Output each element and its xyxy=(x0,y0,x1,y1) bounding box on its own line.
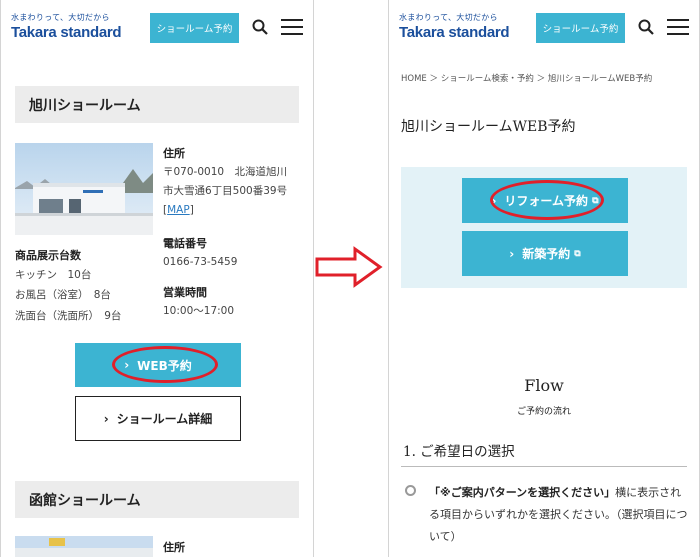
external-link-icon: ⧉ xyxy=(574,248,581,259)
showroom-detail-label: ショールーム詳細 xyxy=(116,412,213,426)
phone-number[interactable]: 0166-73-5459 xyxy=(163,253,237,272)
address-line-1: 〒070-0010 北海道旭川 xyxy=(163,166,288,178)
showroom-detail-button[interactable]: › ショールーム詳細 xyxy=(75,396,241,441)
takara-logo[interactable]: 水まわりって、大切だから Takara standard xyxy=(399,12,510,41)
hamburger-menu-icon[interactable] xyxy=(667,19,689,35)
hamburger-menu-icon[interactable] xyxy=(281,19,303,35)
map-link-wrapper: [MAP] xyxy=(163,204,194,216)
address-label: 住所 xyxy=(163,541,185,554)
showroom-reserve-button[interactable]: ショールーム予約 xyxy=(150,13,239,43)
phone-label: 電話番号 xyxy=(163,237,207,250)
showroom-list-screen: 水まわりって、大切だから Takara standard ショールーム予約 旭川… xyxy=(0,0,314,557)
display-item: キッチン 10台 xyxy=(15,269,92,281)
site-header: 水まわりって、大切だから Takara standard ショールーム予約 xyxy=(389,0,699,56)
newbuild-reserve-label: 新築予約 xyxy=(522,247,571,261)
site-header: 水まわりって、大切だから Takara standard ショールーム予約 xyxy=(1,0,313,56)
breadcrumb[interactable]: HOME ＞ ショールーム検索・予約 ＞ 旭川ショールームWEB予約 xyxy=(401,72,652,84)
takara-logo[interactable]: 水まわりって、大切だから Takara standard xyxy=(11,12,122,41)
logo-tagline: 水まわりって、大切だから xyxy=(11,13,110,22)
display-item: お風呂（浴室） 8台 xyxy=(15,289,111,301)
step-heading: 1. ご希望日の選択 xyxy=(403,444,515,460)
instruction-emphasis: 「※ご案内パターンを選択ください」 xyxy=(429,486,616,499)
display-item: 洗面台（洗面所） 9台 xyxy=(15,310,122,322)
radio-bullet-icon xyxy=(405,485,416,496)
flow-heading: Flow xyxy=(524,376,564,395)
chevron-right-icon: › xyxy=(103,411,109,426)
logo-tagline: 水まわりって、大切だから xyxy=(399,13,498,22)
flow-subheading: ご予約の流れ xyxy=(516,407,571,417)
hours-label: 営業時間 xyxy=(163,286,207,299)
showroom-reserve-button[interactable]: ショールーム予約 xyxy=(536,13,625,43)
business-hours: 10:00〜17:00 xyxy=(163,305,235,317)
web-reservation-screen: 水まわりって、大切だから Takara standard ショールーム予約 HO… xyxy=(388,0,700,557)
transition-arrow-icon xyxy=(315,246,383,288)
search-icon[interactable] xyxy=(638,19,654,35)
showroom-photo xyxy=(15,143,153,235)
search-icon[interactable] xyxy=(252,19,268,35)
step-instruction: 「※ご案内パターンを選択ください」横に表示される項目からいずれかを選択ください。… xyxy=(429,482,691,548)
address-label: 住所 xyxy=(163,147,185,160)
highlight-oval xyxy=(490,180,604,220)
highlight-oval xyxy=(112,346,218,383)
showroom-photo xyxy=(15,536,153,557)
divider xyxy=(401,466,687,467)
showroom-title: 旭川ショールーム xyxy=(15,86,299,123)
logo-wordmark: Takara standard xyxy=(399,24,510,41)
logo-wordmark: Takara standard xyxy=(11,24,122,41)
address-line-2: 市大雪通6丁目500番39号 xyxy=(163,185,288,197)
showroom-title: 函館ショールーム xyxy=(15,481,299,518)
chevron-right-icon: › xyxy=(509,246,515,261)
newbuild-reserve-button[interactable]: › 新築予約 ⧉ xyxy=(462,231,628,276)
page-title: 旭川ショールームWEB予約 xyxy=(401,119,576,135)
display-count-label: 商品展示台数 xyxy=(15,249,81,262)
map-link[interactable]: MAP xyxy=(167,204,190,216)
